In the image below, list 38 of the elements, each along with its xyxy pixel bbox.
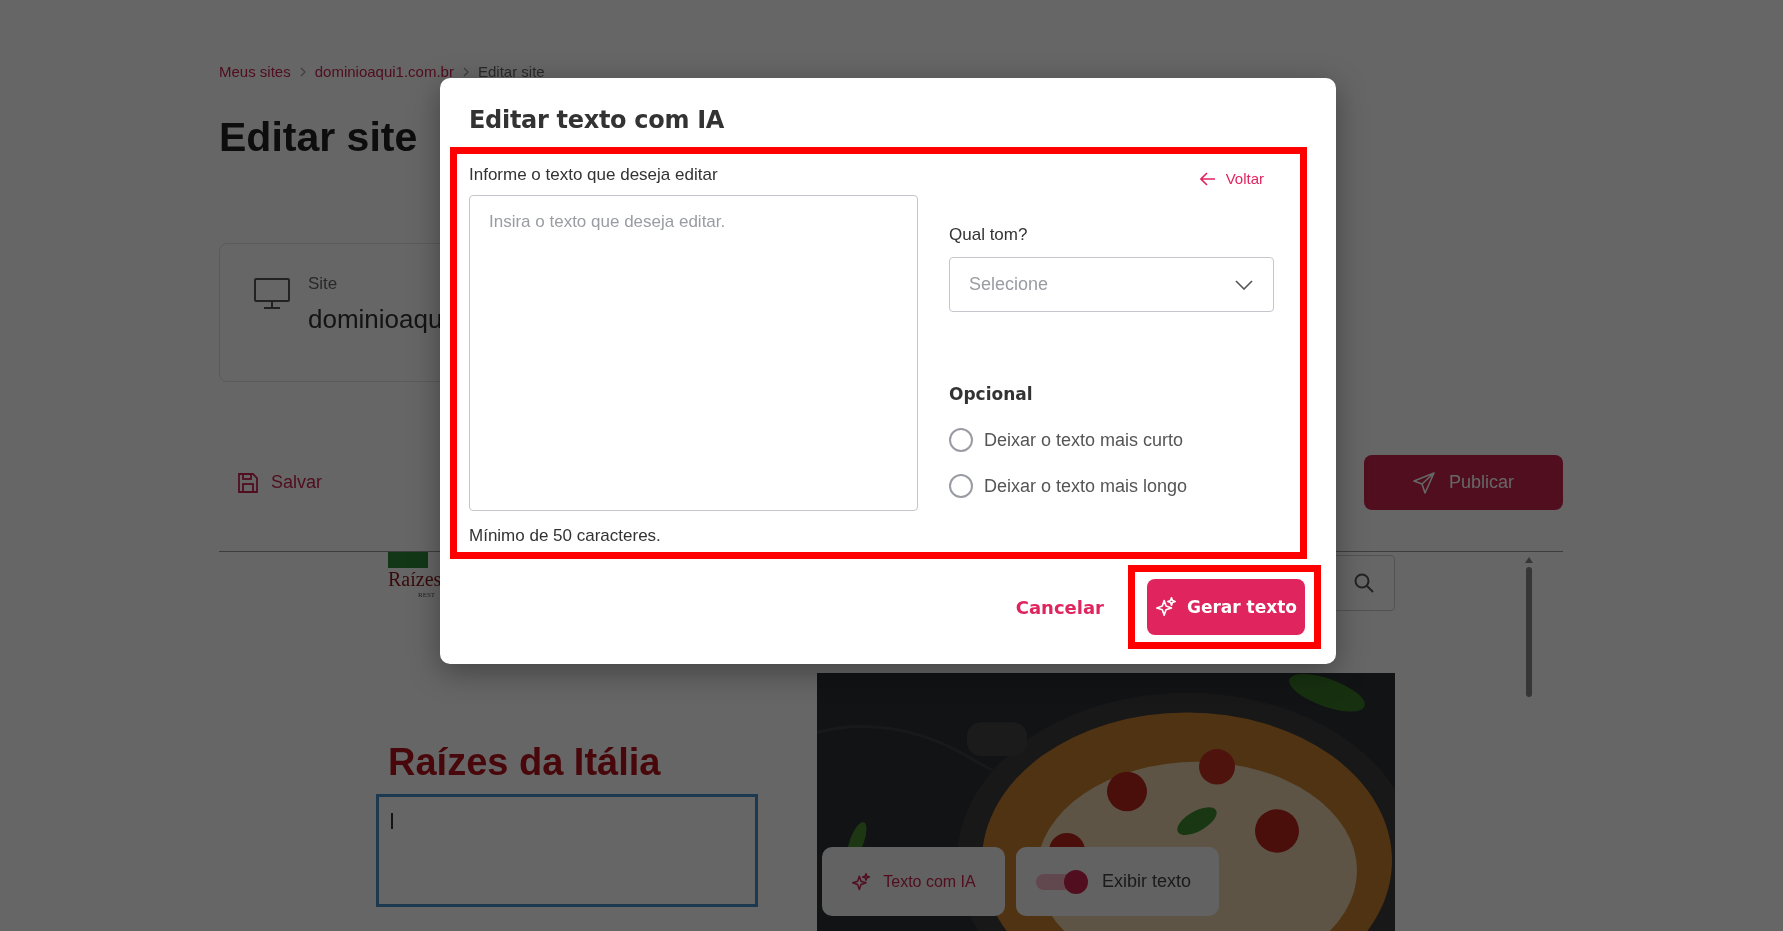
generate-button[interactable]: Gerar texto	[1147, 579, 1305, 635]
search-button[interactable]	[1333, 555, 1395, 612]
radio-option[interactable]: Deixar o texto mais curto	[949, 428, 1274, 452]
breadcrumb-link[interactable]: dominioaqui1.com.br	[314, 63, 454, 80]
toggle-switch[interactable]	[1036, 869, 1088, 894]
ai-text-button[interactable]: Texto com IA	[822, 847, 1005, 917]
paper-plane-icon	[1413, 471, 1435, 494]
hint-text: Mínimo de 50 caracteres.	[469, 526, 662, 546]
cancel-button[interactable]: Cancelar	[1009, 590, 1110, 624]
dialog-title: Editar texto com IA	[469, 106, 726, 134]
search-icon	[1353, 572, 1375, 595]
page-title: Editar site	[219, 114, 418, 161]
breadcrumb-link[interactable]: Meus sites	[219, 63, 291, 80]
logo-flag	[388, 552, 428, 568]
text-input-field[interactable]: Insira o texto que deseja editar.	[469, 195, 918, 511]
section-label: Opcional	[949, 384, 1034, 404]
logo-text: Raízes	[388, 568, 443, 591]
field-label: Qual tom?	[949, 225, 1029, 245]
site-heading: Raízes da Itália	[388, 741, 662, 784]
tone-dropdown[interactable]: Selecione	[949, 257, 1274, 312]
monitor-icon	[254, 278, 290, 310]
chevron-icon	[461, 66, 470, 77]
save-button[interactable]: Salvar	[219, 471, 323, 494]
back-link[interactable]: Voltar	[1199, 170, 1264, 187]
site-label: Site	[308, 274, 339, 294]
sparkle-icon	[851, 871, 872, 892]
publish-button[interactable]: Publicar	[1364, 455, 1563, 510]
text-editor-field[interactable]	[376, 794, 758, 907]
breadcrumb-link[interactable]: Editar site	[477, 63, 545, 80]
scroll-up-icon[interactable]	[1525, 557, 1533, 563]
field-label: Informe o texto que deseja editar	[469, 164, 719, 186]
chevron-icon	[298, 66, 307, 77]
toggle-label: Exibir texto	[1102, 871, 1192, 893]
chevron-down-icon	[1235, 279, 1253, 290]
radio-option[interactable]: Deixar o texto mais longo	[949, 474, 1274, 498]
arrow-left-icon	[1199, 171, 1216, 186]
site-domain: dominioaqu	[308, 304, 443, 335]
sparkle-icon	[1154, 596, 1177, 618]
